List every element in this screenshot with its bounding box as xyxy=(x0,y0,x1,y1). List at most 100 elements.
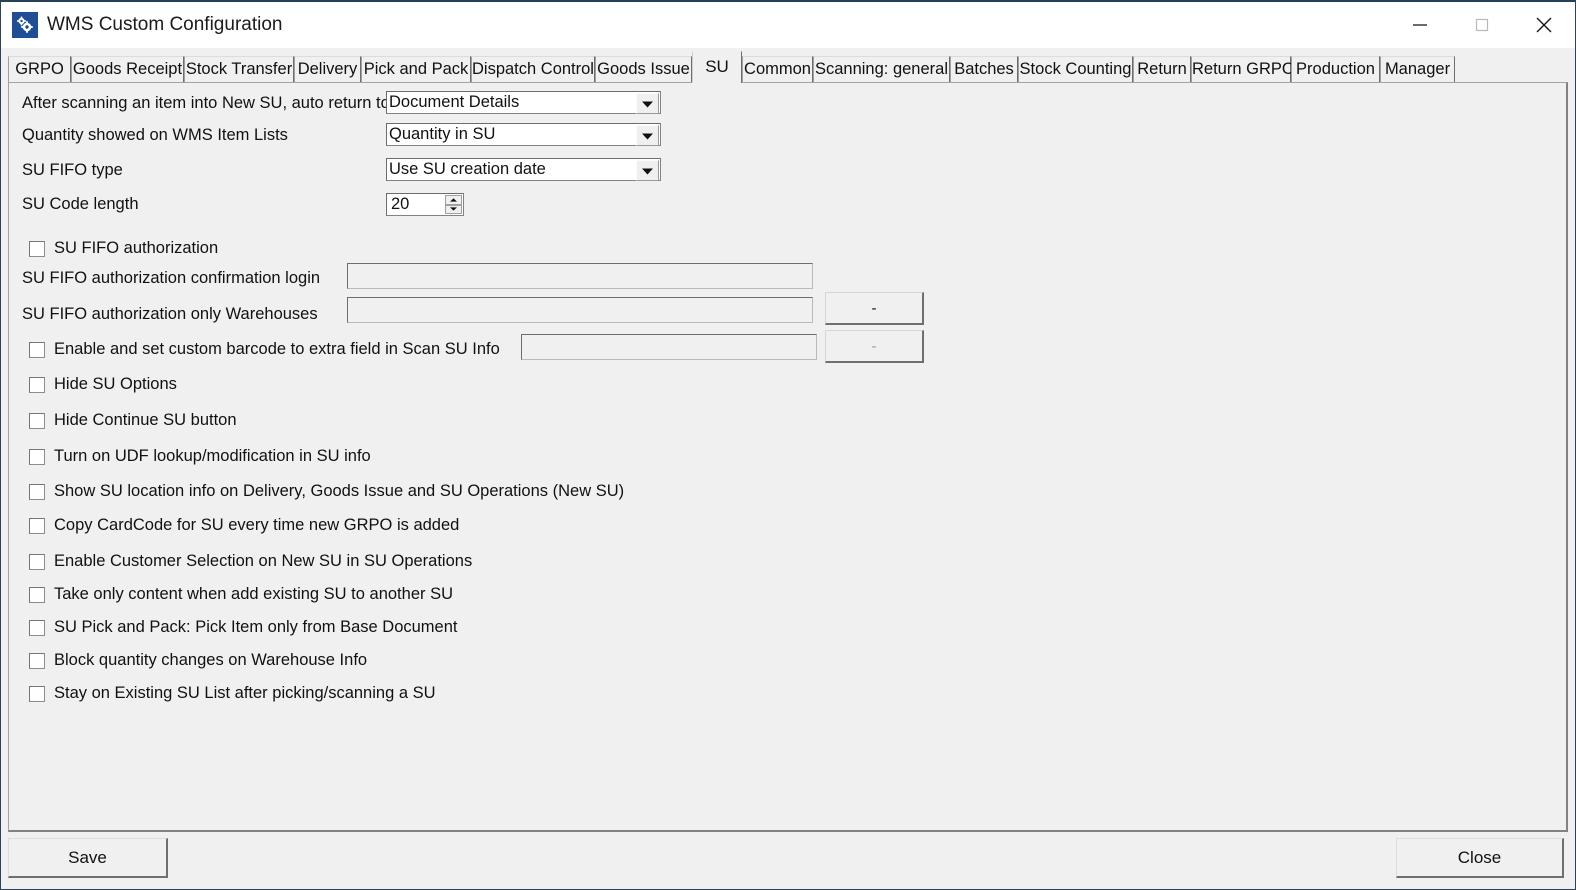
tab-label: Batches xyxy=(954,60,1014,78)
tab-label: SU xyxy=(705,57,729,76)
checkbox-label: Show SU location info on Delivery, Goods… xyxy=(54,482,624,501)
checkbox-label: SU FIFO authorization xyxy=(54,239,218,258)
tab-label: Common xyxy=(744,60,811,78)
checkbox-row[interactable]: Take only content when add existing SU t… xyxy=(29,585,453,604)
checkbox-label: SU Pick and Pack: Pick Item only from Ba… xyxy=(54,618,458,637)
label-su-code-length: SU Code length xyxy=(22,195,139,214)
checkbox-row[interactable]: Block quantity changes on Warehouse Info xyxy=(29,651,367,670)
checkbox-su-fifo-authorization[interactable]: SU FIFO authorization xyxy=(29,239,218,258)
stepper-up-icon[interactable] xyxy=(445,195,462,205)
checkbox-box[interactable] xyxy=(29,342,45,358)
tab-label: Stock Transfer xyxy=(186,60,292,78)
tab-label: Return GRPO xyxy=(1192,60,1295,78)
checkbox-box[interactable] xyxy=(29,518,45,534)
checkbox-box[interactable] xyxy=(29,241,45,257)
checkbox-label: Turn on UDF lookup/modification in SU in… xyxy=(54,447,371,466)
close-icon[interactable] xyxy=(1513,2,1575,48)
tab-label: Production xyxy=(1296,60,1375,78)
checkbox-row[interactable]: Copy CardCode for SU every time new GRPO… xyxy=(29,516,459,535)
tab-strip: GRPO Goods ReceiptStock Transfer Delivery P… xyxy=(8,51,1568,83)
checkbox-box[interactable] xyxy=(29,653,45,669)
checkbox-box[interactable] xyxy=(29,413,45,429)
fifo-confirmation-login-input[interactable] xyxy=(347,263,813,289)
tab-common[interactable]: Common xyxy=(742,56,813,83)
tab-return-grpo[interactable]: Return GRPO xyxy=(1191,56,1291,83)
chevron-down-icon[interactable] xyxy=(636,160,659,181)
stepper-down-icon[interactable] xyxy=(445,205,462,215)
window-title: WMS Custom Configuration xyxy=(47,2,282,48)
title-bar: WMS Custom Configuration xyxy=(1,2,1575,48)
tab-dispatch-control[interactable]: Dispatch Control xyxy=(471,56,595,83)
su-code-length-stepper[interactable]: 20 xyxy=(386,193,464,216)
tab-pick-and-pack[interactable]: Pick and Pack xyxy=(361,56,471,83)
tab-goods-receipt[interactable]: Goods Receipt xyxy=(71,56,184,83)
tab-stock-counting[interactable]: Stock Counting xyxy=(1018,56,1133,83)
tab-label: Pick and Pack xyxy=(364,60,469,78)
stepper-buttons[interactable] xyxy=(445,195,462,214)
tab-label: Goods Issue xyxy=(597,60,690,78)
checkbox-row[interactable]: Hide SU Options xyxy=(29,375,177,394)
custom-barcode-extra-field-input[interactable] xyxy=(521,334,817,360)
checkbox-label: Block quantity changes on Warehouse Info xyxy=(54,651,367,670)
tab-label: Dispatch Control xyxy=(472,60,594,78)
checkbox-box[interactable] xyxy=(29,587,45,603)
tab-label: Manager xyxy=(1385,60,1450,78)
checkbox-label: Copy CardCode for SU every time new GRPO… xyxy=(54,516,459,535)
label-fifo-only-warehouses: SU FIFO authorization only Warehouses xyxy=(22,305,318,324)
tab-delivery[interactable]: Delivery xyxy=(294,56,361,83)
label-auto-return-to: After scanning an item into New SU, auto… xyxy=(22,94,394,113)
checkbox-box[interactable] xyxy=(29,449,45,465)
save-button[interactable]: Save xyxy=(8,838,168,878)
close-button[interactable]: Close xyxy=(1396,838,1564,878)
su-fifo-type-combo[interactable]: Use SU creation date xyxy=(386,158,661,181)
quantity-showed-combo[interactable]: Quantity in SU xyxy=(386,123,661,146)
tab-grpo[interactable]: GRPO xyxy=(8,56,71,83)
tab-scanning-general[interactable]: Scanning: general xyxy=(813,56,950,83)
chevron-down-icon[interactable] xyxy=(636,93,659,114)
tab-batches[interactable]: Batches xyxy=(950,56,1018,83)
tab-goods-issue[interactable]: Goods Issue xyxy=(595,56,692,83)
checkbox-row[interactable]: Stay on Existing SU List after picking/s… xyxy=(29,684,436,703)
tab-label: Return xyxy=(1137,60,1187,78)
checkbox-row[interactable]: Turn on UDF lookup/modification in SU in… xyxy=(29,447,371,466)
quantity-showed-value: Quantity in SU xyxy=(389,124,636,145)
maximize-icon[interactable] xyxy=(1451,2,1513,48)
tab-label: Stock Counting xyxy=(1020,60,1132,78)
checkbox-label: Take only content when add existing SU t… xyxy=(54,585,453,604)
label-quantity-showed: Quantity showed on WMS Item Lists xyxy=(22,126,288,145)
tab-label: Delivery xyxy=(298,60,358,78)
checkbox-label: Hide Continue SU button xyxy=(54,411,237,430)
chevron-down-icon[interactable] xyxy=(636,125,659,146)
wms-custom-configuration-window: WMS Custom Configuration GRPO Goods Recei… xyxy=(0,0,1576,890)
checkbox-enable-custom-barcode[interactable]: Enable and set custom barcode to extra f… xyxy=(29,340,500,359)
tab-return[interactable]: Return xyxy=(1133,56,1191,83)
label-fifo-confirmation-login: SU FIFO authorization confirmation login xyxy=(22,269,320,288)
su-fifo-type-value: Use SU creation date xyxy=(389,159,636,180)
gears-icon xyxy=(12,12,38,38)
checkbox-label: Hide SU Options xyxy=(54,375,177,394)
checkbox-row[interactable]: SU Pick and Pack: Pick Item only from Ba… xyxy=(29,618,458,637)
checkbox-row[interactable]: Hide Continue SU button xyxy=(29,411,237,430)
tab-stock-transfer[interactable]: Stock Transfer xyxy=(184,56,294,83)
checkbox-box[interactable] xyxy=(29,686,45,702)
tab-su[interactable]: SU xyxy=(692,51,742,83)
checkbox-box[interactable] xyxy=(29,377,45,393)
tab-label: Scanning: general xyxy=(815,60,948,78)
barcode-browse-button[interactable]: - xyxy=(825,330,924,363)
tab-label: GRPO xyxy=(15,60,64,78)
auto-return-to-combo[interactable]: Document Details xyxy=(386,91,661,114)
checkbox-label: Enable Customer Selection on New SU in S… xyxy=(54,552,472,571)
warehouses-browse-button[interactable]: - xyxy=(825,292,924,325)
tab-manager[interactable]: Manager xyxy=(1380,56,1455,83)
minimize-icon[interactable] xyxy=(1389,2,1451,48)
auto-return-to-value: Document Details xyxy=(389,92,636,113)
checkbox-box[interactable] xyxy=(29,620,45,636)
checkbox-label: Stay on Existing SU List after picking/s… xyxy=(54,684,436,703)
tab-production[interactable]: Production xyxy=(1291,56,1380,83)
checkbox-box[interactable] xyxy=(29,484,45,500)
checkbox-row[interactable]: Show SU location info on Delivery, Goods… xyxy=(29,482,624,501)
checkbox-box[interactable] xyxy=(29,554,45,570)
label-su-fifo-type: SU FIFO type xyxy=(22,161,123,180)
checkbox-row[interactable]: Enable Customer Selection on New SU in S… xyxy=(29,552,472,571)
fifo-only-warehouses-input[interactable] xyxy=(347,297,813,323)
